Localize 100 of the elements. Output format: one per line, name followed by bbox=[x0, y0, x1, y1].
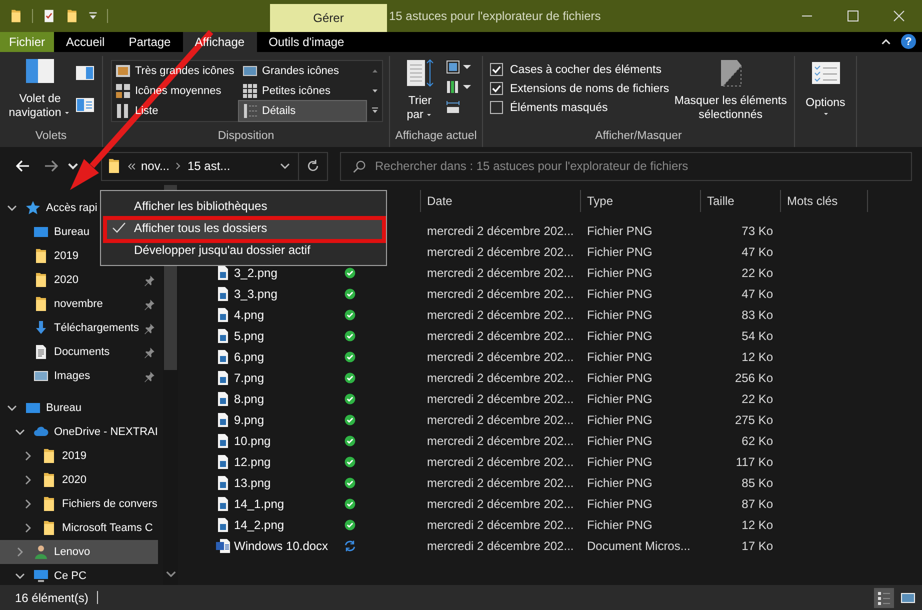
pin-icon bbox=[143, 322, 156, 334]
layout-icon bbox=[115, 83, 131, 99]
date-cell-text: mercredi 2 décembre 202... bbox=[426, 350, 575, 364]
chevron-right-icon bbox=[174, 162, 182, 170]
file-name[interactable]: 5.png bbox=[234, 328, 264, 342]
type-cell-text: Fichier PNG bbox=[586, 454, 654, 468]
pin-icon bbox=[143, 370, 156, 382]
column-header[interactable]: Taille bbox=[700, 190, 780, 212]
size-cell-text: 54 Ko bbox=[740, 328, 774, 342]
options-button[interactable]: Options bbox=[799, 58, 852, 125]
date-cell-text: mercredi 2 décembre 202... bbox=[426, 370, 575, 384]
file-name[interactable]: 7.png bbox=[234, 370, 264, 384]
column-header[interactable]: Date bbox=[420, 190, 580, 212]
size-cell-text: 47 Ko bbox=[740, 244, 774, 258]
sort-button[interactable]: Trier par bbox=[400, 58, 440, 125]
tree-item[interactable]: Fichiers de convers bbox=[0, 492, 158, 516]
tree-item[interactable]: 2020 bbox=[0, 468, 158, 492]
image-file-icon bbox=[215, 328, 231, 344]
navigation-pane-button[interactable]: Volet de navigation bbox=[4, 58, 76, 125]
address-field[interactable]: nov... 15 ast... bbox=[101, 152, 328, 180]
tree-item[interactable]: 2020 bbox=[0, 268, 158, 292]
tree-item[interactable]: Images bbox=[0, 364, 158, 388]
breadcrumb[interactable]: 15 ast... bbox=[187, 159, 230, 173]
ribbon-tab[interactable]: Fichier bbox=[0, 32, 54, 52]
collapse-ribbon-icon[interactable] bbox=[881, 37, 891, 47]
recent-locations-button[interactable] bbox=[67, 162, 79, 170]
file-name[interactable]: Windows 10.docx bbox=[234, 538, 328, 552]
star-icon bbox=[25, 200, 41, 216]
type-cell-text: Fichier PNG bbox=[586, 434, 654, 448]
file-name[interactable]: 8.png bbox=[234, 392, 264, 406]
file-name[interactable]: 6.png bbox=[234, 350, 264, 364]
menu-item[interactable]: Développer jusqu'au dossier actif bbox=[103, 239, 384, 261]
tree-item[interactable]: novembre bbox=[0, 292, 158, 316]
properties-icon[interactable] bbox=[42, 9, 56, 23]
layout-option[interactable]: Détails bbox=[239, 101, 366, 121]
file-name[interactable]: 9.png bbox=[234, 412, 264, 426]
image-file-icon bbox=[215, 370, 231, 386]
ribbon-tab[interactable]: Partage bbox=[116, 32, 183, 52]
checkbox[interactable] bbox=[490, 82, 503, 95]
file-name[interactable]: 4.png bbox=[234, 308, 264, 322]
checkbox-label: Éléments masqués bbox=[510, 102, 608, 114]
tree-item[interactable]: OneDrive - NEXTRAI bbox=[0, 420, 158, 444]
scroll-up-icon[interactable] bbox=[371, 67, 379, 75]
tree-item[interactable]: Lenovo bbox=[0, 540, 158, 564]
checkbox-label: Extensions de noms de fichiers bbox=[510, 82, 670, 94]
tree-item[interactable]: Téléchargements bbox=[0, 316, 158, 340]
file-name[interactable]: 3_3.png bbox=[234, 286, 278, 300]
file-name[interactable]: 3_2.png bbox=[234, 266, 278, 280]
fit-columns-icon[interactable] bbox=[446, 100, 460, 114]
preview-pane-icon[interactable] bbox=[76, 66, 94, 80]
check-icon bbox=[491, 83, 502, 94]
date-cell-text: mercredi 2 décembre 202... bbox=[426, 496, 575, 510]
scroll-down-icon[interactable] bbox=[371, 87, 379, 95]
hide-selected-button[interactable]: Masquer les éléments sélectionnés bbox=[671, 58, 790, 125]
group-label: Disposition bbox=[216, 129, 276, 144]
type-cell-text: Fichier PNG bbox=[586, 286, 654, 300]
tree-item[interactable]: Bureau bbox=[0, 396, 158, 420]
file-name[interactable]: 14_2.png bbox=[234, 518, 284, 532]
help-button[interactable]: ? bbox=[901, 34, 916, 49]
customize-dropdown-icon[interactable] bbox=[88, 11, 98, 21]
checkbox[interactable] bbox=[490, 101, 503, 114]
ribbon-tab[interactable]: Outils d'image bbox=[256, 32, 356, 52]
search-field[interactable]: Rechercher dans : 15 astuces pour l'explorateur de fichiers bbox=[340, 152, 912, 180]
file-name[interactable]: 10.png bbox=[234, 434, 271, 448]
details-pane-icon[interactable] bbox=[76, 98, 94, 112]
size-cell-text: 12 Ko bbox=[740, 518, 774, 532]
group-by-icon[interactable] bbox=[446, 60, 472, 74]
menu-item[interactable]: Afficher les bibliothèques bbox=[103, 195, 384, 217]
file-name[interactable]: 12.png bbox=[234, 454, 271, 468]
checkbox[interactable] bbox=[490, 63, 503, 76]
column-header[interactable]: Type bbox=[580, 190, 700, 212]
file-name[interactable]: 13.png bbox=[234, 476, 271, 490]
size-cell-text: 83 Ko bbox=[740, 308, 774, 322]
layout-option[interactable]: Grandes icônes bbox=[239, 61, 366, 81]
context-tab[interactable]: Gérer bbox=[270, 4, 387, 32]
layout-option[interactable]: Petites icônes bbox=[239, 81, 366, 101]
tree-item[interactable]: Ce PC bbox=[0, 564, 158, 588]
details-view-button[interactable] bbox=[874, 588, 894, 608]
folder-icon bbox=[33, 296, 49, 312]
ribbon-tab[interactable]: Accueil bbox=[54, 32, 117, 52]
picture-icon bbox=[33, 368, 49, 384]
file-name[interactable]: 14_1.png bbox=[234, 496, 284, 510]
breadcrumb[interactable]: nov... bbox=[141, 159, 170, 173]
column-header[interactable]: Mots clés bbox=[780, 190, 868, 212]
date-cell-text: mercredi 2 décembre 202... bbox=[426, 224, 575, 238]
type-cell-text: Fichier PNG bbox=[586, 350, 654, 364]
folder-icon bbox=[41, 496, 57, 512]
chevron-down-icon bbox=[68, 162, 78, 170]
add-columns-icon[interactable] bbox=[446, 80, 472, 94]
layout-icon bbox=[242, 83, 258, 99]
tree-item[interactable]: 2019 bbox=[0, 444, 158, 468]
size-cell-text: 47 Ko bbox=[740, 286, 774, 300]
more-icon[interactable] bbox=[371, 107, 379, 115]
tree-item[interactable]: Microsoft Teams C bbox=[0, 516, 158, 540]
date-cell-text: mercredi 2 décembre 202... bbox=[426, 454, 575, 468]
type-cell-text: Fichier PNG bbox=[586, 496, 654, 510]
checklist-icon bbox=[812, 62, 840, 84]
tree-item[interactable]: Documents bbox=[0, 340, 158, 364]
type-cell-text: Fichier PNG bbox=[586, 328, 654, 342]
date-cell-text: mercredi 2 décembre 202... bbox=[426, 328, 575, 342]
